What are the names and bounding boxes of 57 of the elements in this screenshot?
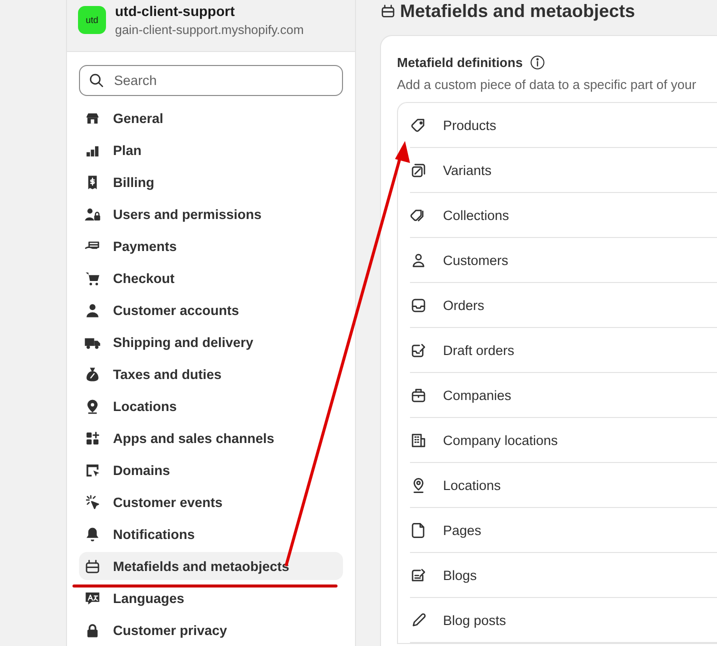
sidebar-item[interactable]: Customer privacy <box>79 616 343 644</box>
resource-row[interactable]: Customers <box>410 238 717 283</box>
search-icon <box>88 72 105 89</box>
resource-row[interactable]: Draft orders <box>410 328 717 373</box>
blog-icon <box>410 566 427 584</box>
building-icon <box>410 432 427 448</box>
sidebar-item[interactable]: Taxes and duties <box>79 360 343 388</box>
sidebar-item[interactable]: Notifications <box>79 520 343 548</box>
users-lock-icon <box>84 206 101 222</box>
sidebar-item[interactable]: Shipping and delivery <box>79 328 343 356</box>
click-sparkle-icon <box>84 494 101 510</box>
sidebar-item[interactable]: Checkout <box>79 264 343 292</box>
translate-icon <box>84 590 101 606</box>
store-badge: utd <box>78 6 106 34</box>
card-heading: Metafield definitions <box>397 55 523 70</box>
resource-row[interactable]: Blogs <box>410 553 717 598</box>
resource-row[interactable]: Blog posts <box>410 598 717 643</box>
resource-row[interactable]: Products <box>410 103 717 148</box>
browser-cursor-icon <box>84 462 101 478</box>
card-description: Add a custom piece of data to a specific part of your <box>397 77 698 92</box>
cart-icon <box>84 270 101 286</box>
inbox-icon <box>410 296 427 314</box>
resource-row[interactable]: Collections <box>410 193 717 238</box>
sidebar-item[interactable]: Languages <box>79 584 343 612</box>
sidebar-item[interactable]: Locations <box>79 392 343 420</box>
squares-icon <box>410 162 427 178</box>
resource-row[interactable]: Locations <box>410 463 717 508</box>
store-domain: gain-client-support.myshopify.com <box>115 22 304 36</box>
page-title: Metafields and metaobjects <box>400 0 636 22</box>
draft-order-icon <box>410 342 427 358</box>
page-icon <box>410 522 427 538</box>
bell-icon <box>84 526 101 542</box>
store-name: utd-client-support <box>115 2 236 18</box>
resource-row[interactable]: Orders <box>410 283 717 328</box>
resource-row[interactable]: Company locations <box>410 418 717 463</box>
tag-icon <box>410 116 427 134</box>
sidebar-item[interactable]: Users and permissions <box>79 200 343 228</box>
briefcase-icon <box>410 386 427 404</box>
sidebar-item[interactable]: Apps and sales channels <box>79 424 343 452</box>
sidebar-item[interactable]: Metafields and metaobjects <box>79 552 343 580</box>
person-outline-icon <box>410 252 427 268</box>
pencil-icon <box>410 612 427 628</box>
resource-row[interactable]: Variants <box>410 148 717 193</box>
sidebar-item[interactable]: Payments <box>79 232 343 260</box>
sidebar-item[interactable]: Billing <box>79 168 343 196</box>
sidebar-item[interactable]: Domains <box>79 456 343 484</box>
sidebar-item[interactable]: Customer events <box>79 488 343 516</box>
apps-plus-icon <box>84 430 101 446</box>
sidebar-item[interactable]: General <box>79 104 343 132</box>
sidebar-item[interactable]: Plan <box>79 136 343 164</box>
sidebar-item[interactable]: Customer accounts <box>79 296 343 324</box>
money-bag-icon <box>84 366 101 382</box>
search-field[interactable]: Search <box>79 65 343 96</box>
resource-row[interactable]: Companies <box>410 373 717 418</box>
info-icon <box>528 54 546 71</box>
person-icon <box>84 302 101 318</box>
resource-row[interactable]: Pages <box>410 508 717 553</box>
